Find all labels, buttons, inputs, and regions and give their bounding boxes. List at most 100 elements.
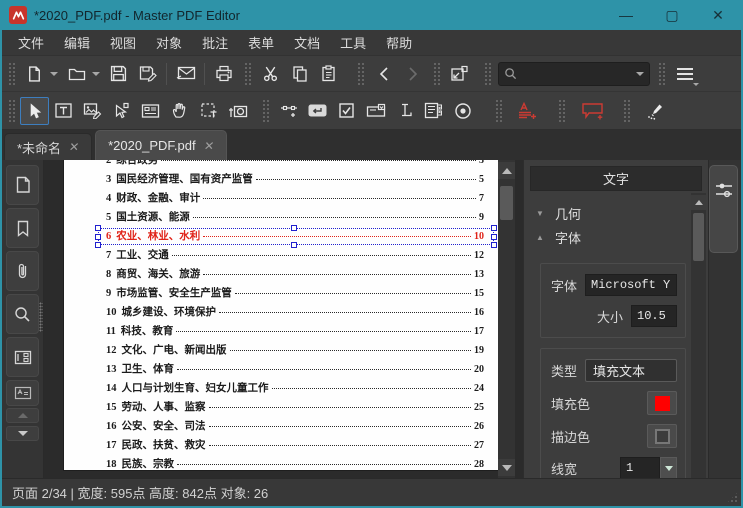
select-tool-button[interactable]: [20, 96, 49, 125]
highlighter-tool-button[interactable]: [639, 97, 668, 125]
document-tab[interactable]: *未命名 ✕: [4, 133, 93, 160]
menu-item[interactable]: 表单: [238, 30, 284, 55]
combobox-field-button[interactable]: [361, 97, 390, 125]
toc-line[interactable]: 3 国民经济管理、国有资产监管 5: [106, 171, 484, 190]
toolbar-grip[interactable]: [357, 61, 364, 86]
menu-item[interactable]: 文件: [8, 30, 54, 55]
tab-close-icon[interactable]: ✕: [68, 140, 80, 154]
search-input[interactable]: [517, 66, 636, 81]
panel-scroll-up-button[interactable]: [691, 195, 706, 210]
paste-button[interactable]: [314, 60, 343, 88]
search-dropdown-icon[interactable]: [636, 71, 644, 76]
window-resize-grip[interactable]: [726, 491, 739, 504]
print-button[interactable]: [209, 60, 238, 88]
font-size-input[interactable]: [631, 305, 677, 327]
toc-line[interactable]: 12 文化、广电、新闻出版 19: [106, 342, 484, 361]
toolbar-grip[interactable]: [484, 61, 491, 86]
toc-line[interactable]: 16 公安、安全、司法 26: [106, 418, 484, 437]
toc-line[interactable]: 9 市场监管、安全生产监管 15: [106, 285, 484, 304]
radio-button-field-button[interactable]: [448, 97, 477, 125]
document-viewport[interactable]: 2 综合政务 3 3 国民经济管理、国有资产监管 5 4 财政、金融、审计 7 …: [44, 160, 523, 478]
properties-panel-tab[interactable]: [709, 165, 738, 253]
open-file-button[interactable]: [62, 60, 91, 88]
text-field-button[interactable]: [390, 97, 419, 125]
edit-text-tool-button[interactable]: [49, 97, 78, 125]
selection-handle[interactable]: [95, 234, 101, 240]
bookmarks-button[interactable]: [6, 208, 39, 248]
hand-tool-button[interactable]: [165, 97, 194, 125]
pdf-page[interactable]: 2 综合政务 3 3 国民经济管理、国有资产监管 5 4 财政、金融、审计 7 …: [64, 160, 502, 470]
selection-handle[interactable]: [491, 225, 497, 231]
edit-path-tool-button[interactable]: [107, 97, 136, 125]
menu-item[interactable]: 编辑: [54, 30, 100, 55]
minimize-button[interactable]: —: [603, 0, 649, 30]
sidebar-scroll-down-button[interactable]: [6, 426, 39, 441]
font-name-input[interactable]: [585, 274, 677, 296]
menu-item[interactable]: 帮助: [376, 30, 422, 55]
toc-line[interactable]: 11 科技、教育 17: [106, 323, 484, 342]
stroke-color-button[interactable]: [647, 424, 677, 448]
toc-line[interactable]: 17 民政、扶贫、救灾 27: [106, 437, 484, 456]
main-menu-button[interactable]: [670, 60, 699, 88]
selection-handle[interactable]: [491, 242, 497, 248]
toolbar-grip[interactable]: [244, 61, 251, 86]
toc-line[interactable]: 8 商贸、海关、旅游 13: [106, 266, 484, 285]
toc-line[interactable]: 13 卫生、体育 20: [106, 361, 484, 380]
new-document-dropdown-icon[interactable]: [50, 71, 58, 76]
save-button[interactable]: [104, 60, 133, 88]
fill-color-button[interactable]: [647, 391, 677, 415]
document-scrollbar[interactable]: [498, 160, 515, 478]
toolbar-grip[interactable]: [433, 61, 440, 86]
toolbar-grip[interactable]: [8, 98, 15, 123]
section-font[interactable]: ▲ 字体: [536, 225, 686, 249]
attachments-button[interactable]: [6, 251, 39, 291]
callout-tool-button[interactable]: [578, 97, 607, 125]
listbox-field-button[interactable]: [419, 97, 448, 125]
edit-image-tool-button[interactable]: [78, 97, 107, 125]
toc-line[interactable]: 7 工业、交通 12: [106, 247, 484, 266]
scrollbar-thumb[interactable]: [500, 186, 513, 220]
scroll-down-button[interactable]: [498, 459, 515, 476]
signature-button[interactable]: [6, 380, 39, 406]
line-width-input[interactable]: [620, 457, 660, 478]
form-fields-button[interactable]: [6, 337, 39, 377]
toolbar-grip[interactable]: [262, 98, 269, 123]
save-as-button[interactable]: [133, 60, 162, 88]
toolbar-grip[interactable]: [558, 98, 565, 123]
checkbox-field-button[interactable]: [332, 97, 361, 125]
panel-scrollbar-thumb[interactable]: [693, 213, 704, 261]
toolbar-grip[interactable]: [495, 98, 502, 123]
close-button[interactable]: ✕: [695, 0, 741, 30]
toc-line[interactable]: 6 农业、林业、水利 10: [95, 225, 497, 248]
screenshot-tool-button[interactable]: [223, 97, 252, 125]
toolbar-grip[interactable]: [623, 98, 630, 123]
page-thumbnails-button[interactable]: [6, 165, 39, 205]
selection-handle[interactable]: [491, 234, 497, 240]
forward-button[interactable]: [398, 60, 427, 88]
new-document-button[interactable]: [20, 60, 49, 88]
section-geometry[interactable]: ▼ 几何: [536, 201, 686, 225]
toc-line[interactable]: 2 综合政务 3: [106, 160, 484, 171]
scroll-up-button[interactable]: [498, 162, 515, 179]
sidebar-search-button[interactable]: [6, 294, 39, 334]
selection-handle[interactable]: [95, 242, 101, 248]
toc-line[interactable]: 18 民族、宗教 28: [106, 456, 484, 470]
push-button-field-button[interactable]: [303, 97, 332, 125]
menu-item[interactable]: 批注: [192, 30, 238, 55]
document-tab[interactable]: *2020_PDF.pdf ✕: [95, 130, 227, 160]
toc-line[interactable]: 4 财政、金融、审计 7: [106, 190, 484, 209]
toc-line[interactable]: 14 人口与计划生育、妇女儿童工作 24: [106, 380, 484, 399]
selection-handle[interactable]: [95, 225, 101, 231]
select-text-area-tool-button[interactable]: [194, 97, 223, 125]
open-file-dropdown-icon[interactable]: [92, 71, 100, 76]
cut-button[interactable]: [256, 60, 285, 88]
menu-item[interactable]: 对象: [146, 30, 192, 55]
menu-item[interactable]: 视图: [100, 30, 146, 55]
sidebar-scroll-up-button[interactable]: [6, 408, 39, 423]
sticky-note-tool-button[interactable]: [513, 97, 542, 125]
tab-close-icon[interactable]: ✕: [203, 139, 215, 153]
fit-page-button[interactable]: [445, 60, 474, 88]
type-dropdown[interactable]: 填充文本: [585, 359, 677, 382]
selection-handle[interactable]: [291, 225, 298, 231]
toolbar-grip[interactable]: [8, 61, 15, 86]
